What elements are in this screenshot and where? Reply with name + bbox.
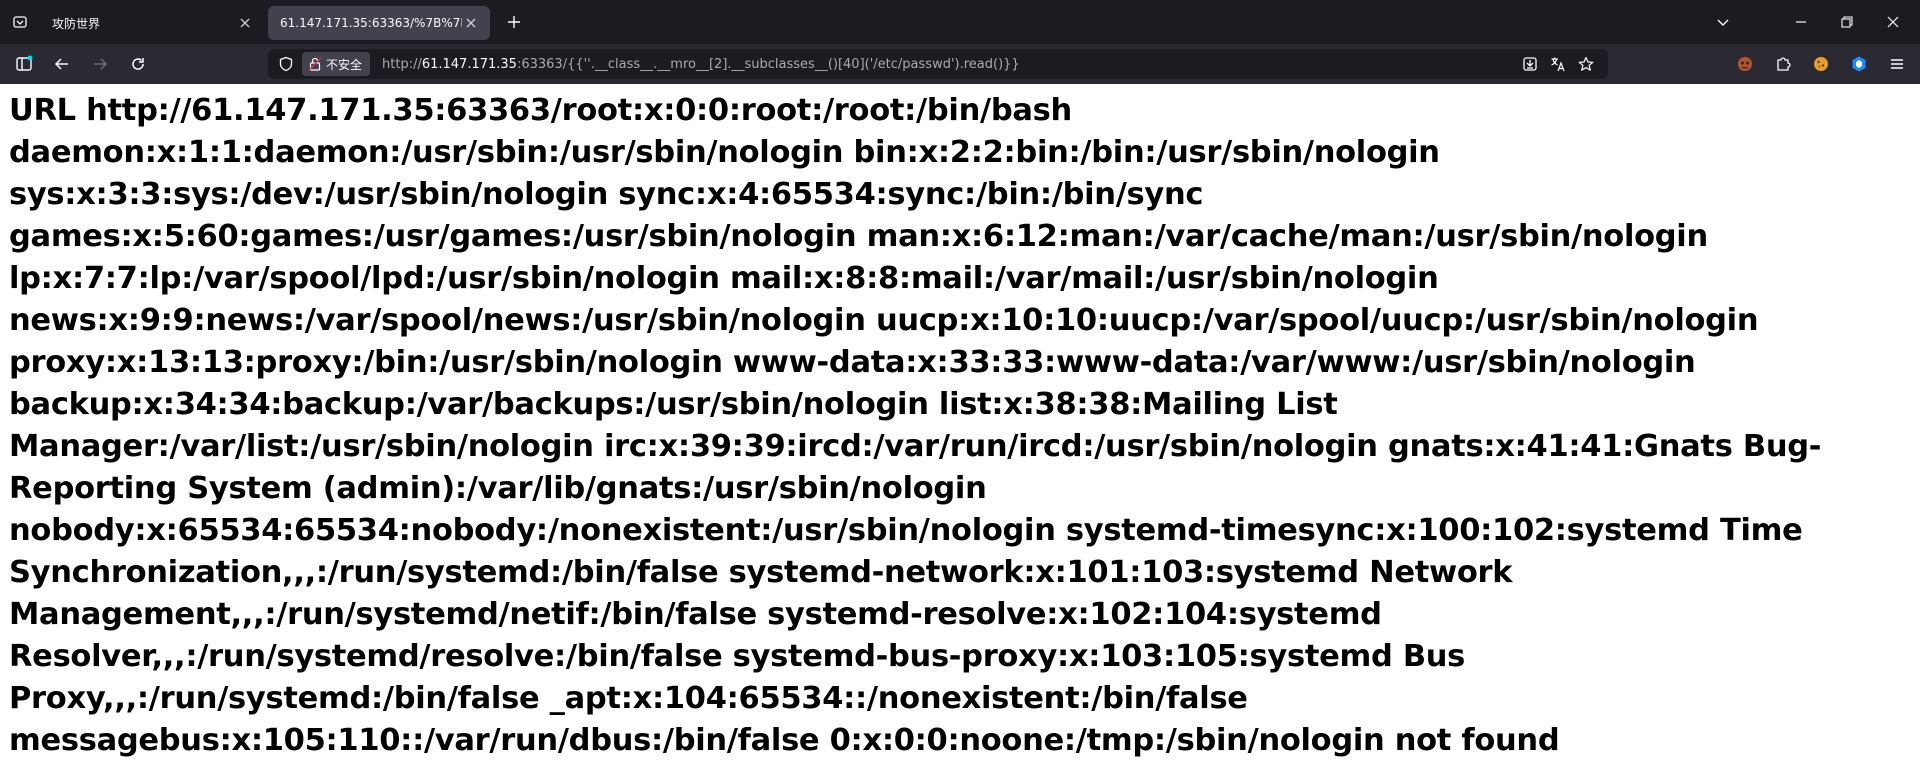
broken-lock-icon (308, 57, 322, 71)
chevron-down-icon[interactable] (1700, 0, 1746, 44)
url-host: 61.147.171.35 (421, 56, 517, 72)
url-path: :63363/{{''.__class__.__mro__[2].__subcl… (516, 56, 1020, 72)
url-bar[interactable]: 不安全 http://61.147.171.35:63363/{{''.__cl… (268, 49, 1608, 79)
reload-icon[interactable] (120, 48, 156, 80)
extension-cube-icon[interactable] (1840, 44, 1878, 84)
extension-cookie-icon[interactable] (1802, 44, 1840, 84)
forward-arrow-icon[interactable] (82, 48, 118, 80)
hamburger-menu-icon[interactable] (1878, 44, 1916, 84)
url-text[interactable]: http://61.147.171.35:63363/{{''.__class_… (382, 57, 1516, 72)
url-prefix: http:// (382, 56, 422, 72)
tab-title: 攻防世界 (52, 16, 101, 31)
restore-icon[interactable] (1824, 0, 1870, 44)
sidebar-icon[interactable] (6, 48, 42, 80)
extension-monkey-icon[interactable] (1726, 44, 1764, 84)
shield-icon[interactable] (272, 49, 300, 79)
page-body-text: URL http://61.147.171.35:63363/root:x:0:… (9, 93, 1822, 758)
tab-title: 61.147.171.35:63363/%7B%7B''._ (280, 16, 462, 30)
plus-icon[interactable] (496, 5, 532, 39)
back-arrow-icon[interactable] (44, 48, 80, 80)
tab-list-icon[interactable] (0, 0, 40, 44)
window-close-icon[interactable] (1870, 0, 1916, 44)
extensions-puzzle-icon[interactable] (1764, 44, 1802, 84)
star-icon[interactable] (1572, 50, 1600, 78)
navigation-toolbar: 不安全 http://61.147.171.35:63363/{{''.__cl… (0, 44, 1920, 84)
security-label: 不安全 (326, 57, 363, 72)
minimize-icon[interactable] (1778, 0, 1824, 44)
tab-gongfang[interactable]: 攻防世界 (40, 6, 264, 40)
close-icon[interactable] (236, 14, 254, 32)
translate-icon[interactable] (1544, 50, 1572, 78)
tab-current[interactable]: 61.147.171.35:63363/%7B%7B''._ (268, 6, 490, 40)
close-icon[interactable] (462, 14, 480, 32)
tab-bar: 攻防世界 61.147.171.35:63363/%7B%7B''._ (0, 0, 1920, 44)
install-icon[interactable] (1516, 50, 1544, 78)
security-badge[interactable]: 不安全 (302, 52, 371, 76)
